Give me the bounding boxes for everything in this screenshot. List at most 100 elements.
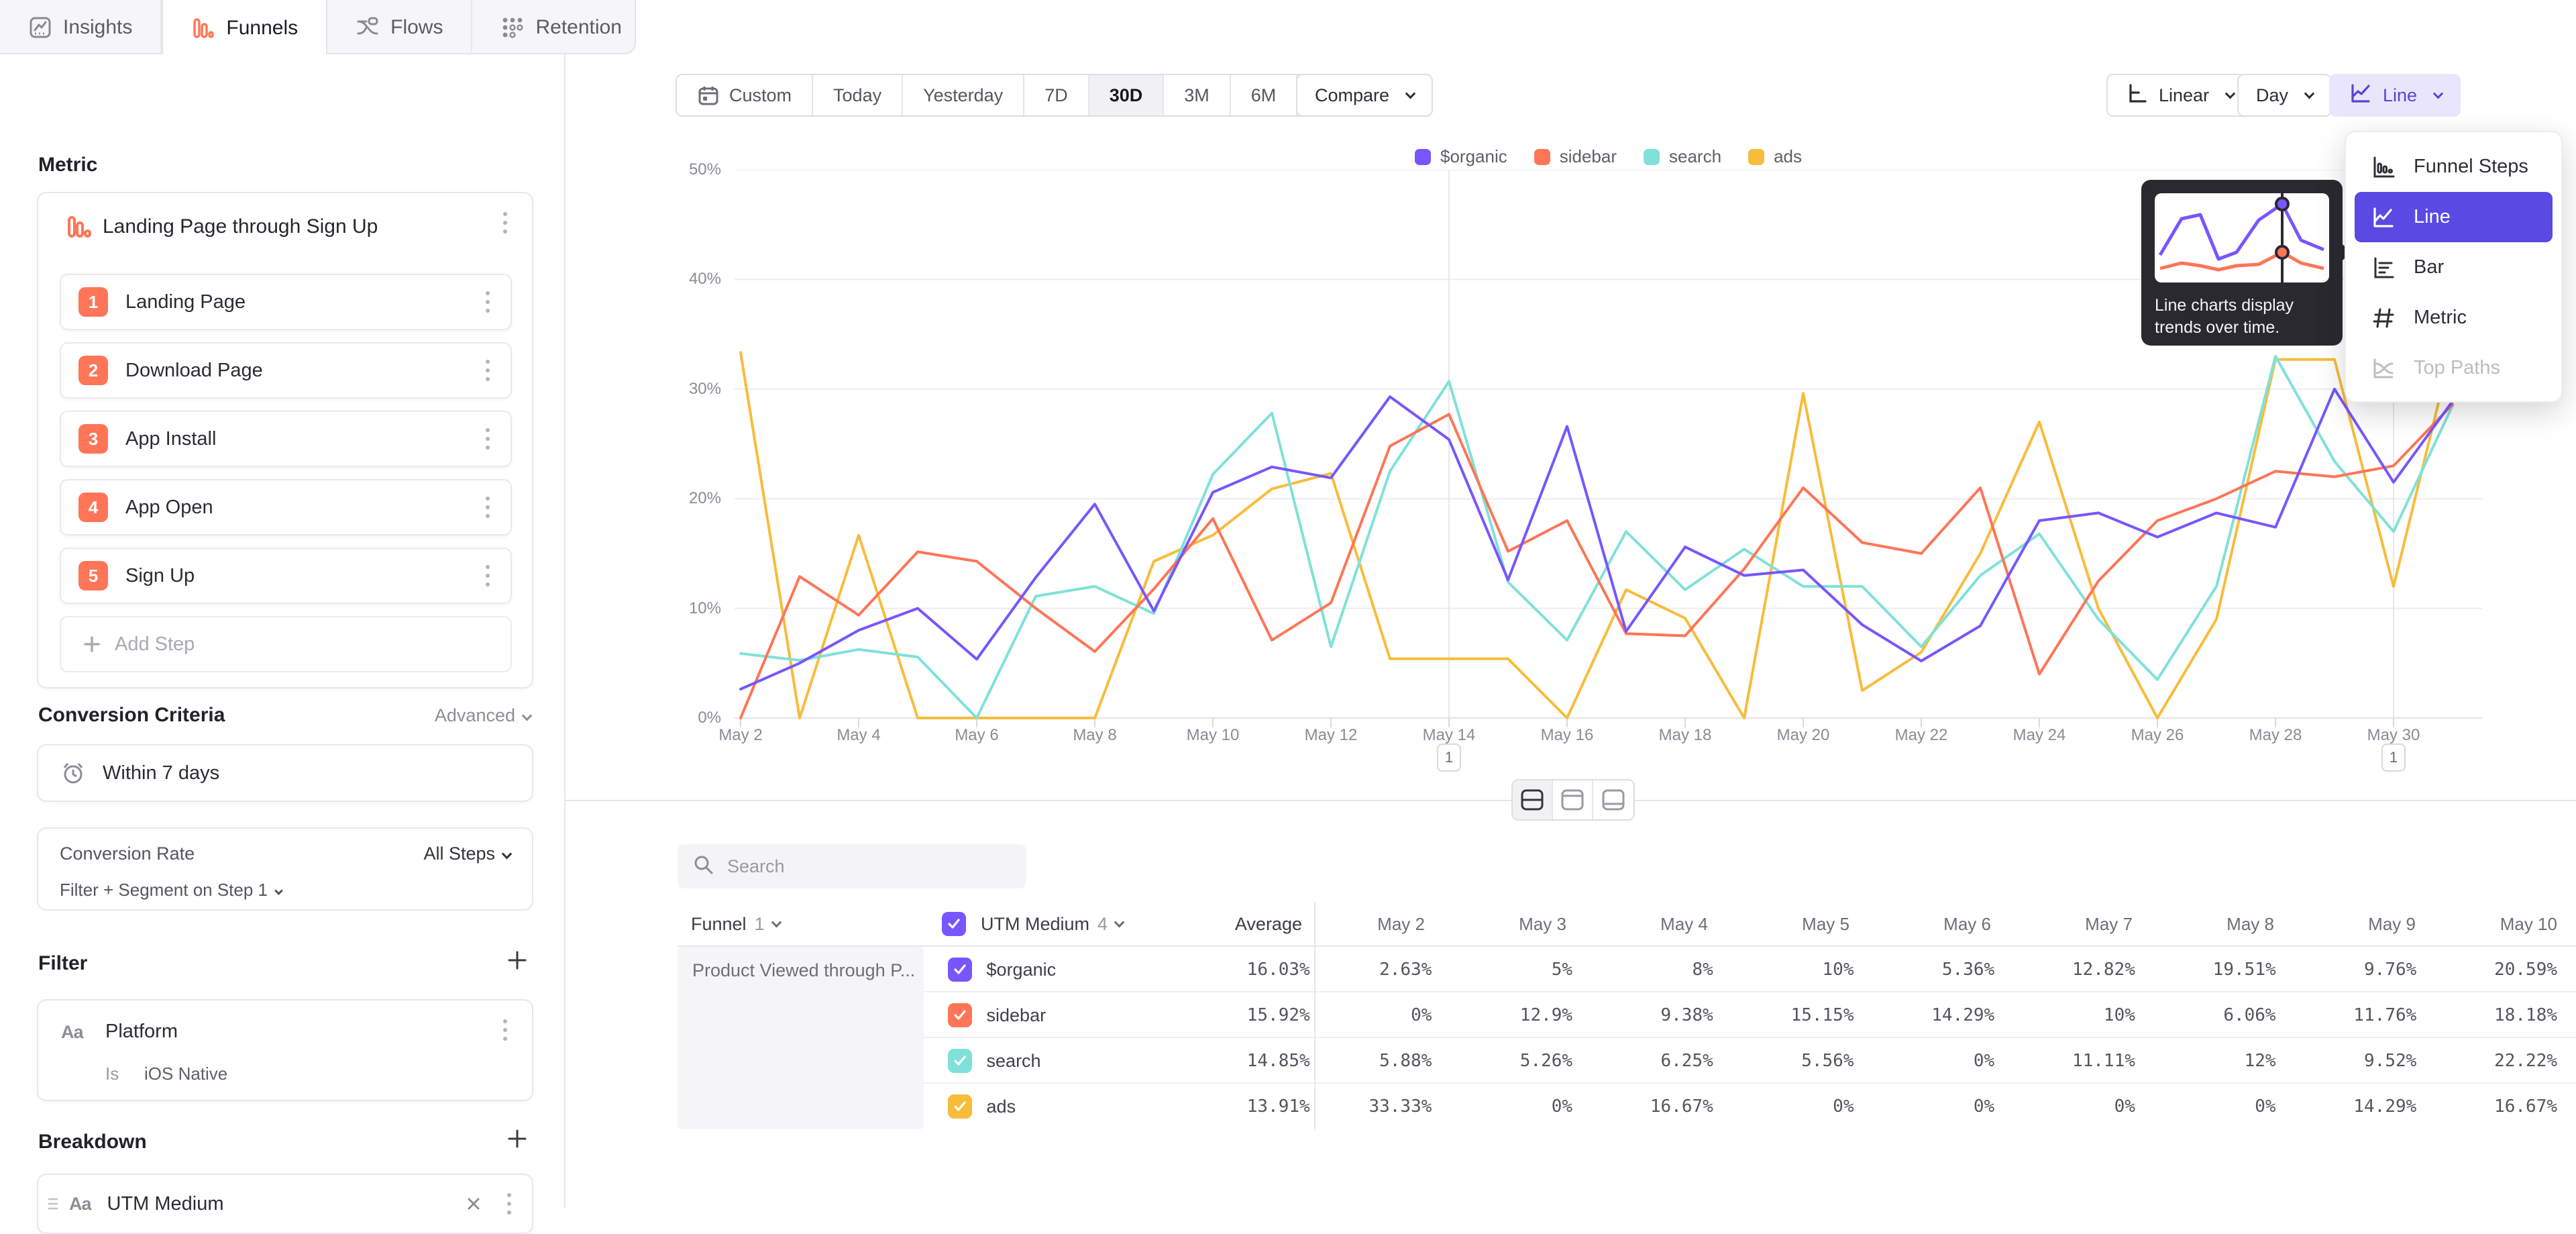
cell-value: 0% (1310, 1005, 1451, 1025)
scale-dropdown[interactable]: Linear (2106, 74, 2253, 117)
range-custom[interactable]: Custom (677, 75, 813, 115)
step-menu-button[interactable] (474, 561, 501, 590)
conversion-window-card[interactable]: Within 7 days (37, 744, 533, 802)
search-input[interactable] (727, 856, 1012, 877)
funnel-step-2[interactable]: 2Download Page (60, 342, 512, 399)
tab-label: Funnels (226, 17, 298, 40)
filter-segment-dropdown[interactable]: Filter + Segment on Step 1 (60, 880, 282, 901)
series-checkbox[interactable] (948, 1094, 972, 1119)
tab-funnels[interactable]: Funnels (162, 0, 327, 56)
add-breakdown-button[interactable] (505, 1127, 529, 1154)
funnel-metric-icon (65, 213, 92, 244)
date-column-headers: May 2May 3May 4May 5May 6May 7May 8May 9… (1302, 914, 2576, 935)
add-step-button[interactable]: Add Step (60, 616, 512, 672)
cell-value: 10% (2013, 1005, 2154, 1025)
step-menu-button[interactable] (474, 493, 501, 522)
menu-item-funnel-steps[interactable]: Funnel Steps (2355, 142, 2553, 192)
menu-item-metric[interactable]: Metric (2355, 293, 2553, 343)
filter-property[interactable]: Platform (105, 1021, 178, 1043)
layout-table-only-button[interactable] (1593, 780, 1633, 819)
cell-value: 9.38% (1591, 1005, 1732, 1025)
table-search[interactable] (678, 844, 1026, 888)
layout-split-view-button[interactable] (1513, 780, 1553, 819)
series-checkbox[interactable] (948, 958, 972, 982)
select-all-checkbox[interactable] (942, 912, 966, 936)
chevron-down-icon (1114, 917, 1125, 927)
cell-value: 0% (1872, 1051, 2013, 1071)
filter-value[interactable]: iOS Native (144, 1064, 227, 1084)
breakdown-menu-button[interactable] (496, 1189, 523, 1219)
breakdown-column-header[interactable]: UTM Medium 4 (919, 912, 1204, 936)
cell-value: 9.76% (2295, 960, 2436, 980)
cell-value: 0% (1450, 1096, 1591, 1117)
cell-value: 9.52% (2295, 1051, 2436, 1071)
range-7d[interactable]: 7D (1024, 75, 1089, 115)
cell-value: 5.88% (1310, 1051, 1451, 1071)
tab-label: Retention (535, 16, 621, 39)
series-checkbox[interactable] (948, 1049, 972, 1073)
tab-flows[interactable]: Flows (327, 0, 472, 54)
cell-value: 16.67% (2435, 1096, 2576, 1117)
funnel-step-4[interactable]: 4App Open (60, 479, 512, 535)
series-checkbox[interactable] (948, 1003, 972, 1027)
add-filter-button[interactable] (505, 948, 529, 976)
remove-breakdown-icon[interactable] (464, 1194, 484, 1214)
date-column-header: May 9 (2293, 914, 2434, 935)
legend-item-ads[interactable]: ads (1748, 146, 1802, 167)
range-yesterday[interactable]: Yesterday (903, 75, 1024, 115)
range-today[interactable]: Today (813, 75, 903, 115)
menu-item-label: Top Paths (2414, 357, 2500, 379)
drag-handle-icon[interactable] (46, 1196, 60, 1212)
legend-label: $organic (1440, 146, 1507, 167)
menu-item-bar[interactable]: Bar (2355, 242, 2553, 293)
cell-value: 12.82% (2013, 960, 2154, 980)
cell-value: 8% (1591, 960, 1732, 980)
step-menu-button[interactable] (474, 424, 501, 454)
conversion-rate-steps-dropdown[interactable]: All Steps (423, 843, 511, 864)
filter-menu-button[interactable] (492, 1015, 519, 1045)
date-column-header: May 6 (1868, 914, 2010, 935)
menu-item-line[interactable]: Line (2355, 192, 2553, 242)
legend-label: search (1669, 146, 1721, 167)
chart-type-dropdown[interactable]: Line (2329, 74, 2461, 117)
line-chart-icon (2348, 81, 2373, 111)
cell-value: 0% (1872, 1096, 2013, 1117)
range-3m[interactable]: 3M (1164, 75, 1231, 115)
legend-item-search[interactable]: search (1644, 146, 1721, 167)
legend-swatch (1644, 149, 1660, 165)
interval-dropdown[interactable]: Day (2237, 74, 2332, 117)
range-30d[interactable]: 30D (1089, 75, 1165, 115)
tab-retention[interactable]: Retention (472, 0, 649, 54)
step-label: Sign Up (125, 565, 474, 587)
x-tick-label: May 24 (1999, 726, 2080, 745)
funnel-step-3[interactable]: 3App Install (60, 411, 512, 467)
annotation-badge[interactable]: 1 (1437, 743, 1461, 772)
step-menu-button[interactable] (474, 287, 501, 317)
chevron-down-icon (274, 886, 283, 895)
x-tick-label: May 28 (2235, 726, 2316, 745)
advanced-dropdown[interactable]: Advanced (435, 705, 531, 726)
tab-insights[interactable]: Insights (0, 0, 162, 54)
x-tick-label: May 10 (1173, 726, 1253, 745)
funnel-menu-button[interactable] (492, 208, 519, 238)
step-menu-button[interactable] (474, 356, 501, 385)
y-tick-label: 10% (661, 599, 721, 618)
layout-chart-only-button[interactable] (1553, 780, 1593, 819)
table-row-sidebar: sidebar15.92%0%12.9%9.38%15.15%14.29%10%… (678, 992, 2576, 1038)
funnel-column-header[interactable]: Funnel 1 (678, 914, 919, 935)
menu-item-top-paths: Top Paths (2355, 343, 2553, 393)
table-row-search: search14.85%5.88%5.26%6.25%5.56%0%11.11%… (678, 1038, 2576, 1084)
legend-item-organic[interactable]: $organic (1415, 146, 1507, 167)
compare-button[interactable]: Compare (1296, 74, 1433, 117)
legend-item-sidebar[interactable]: sidebar (1534, 146, 1617, 167)
breakdown-property[interactable]: UTM Medium (107, 1193, 464, 1215)
step-number-badge: 3 (78, 424, 108, 454)
funnel-step-5[interactable]: 5Sign Up (60, 548, 512, 604)
filter-operator[interactable]: Is (105, 1064, 119, 1084)
funnel-step-1[interactable]: 1Landing Page (60, 274, 512, 330)
annotation-badge[interactable]: 1 (2381, 743, 2406, 772)
x-tick-label: May 20 (1763, 726, 1843, 745)
legend-swatch (1748, 149, 1764, 165)
range-6m[interactable]: 6M (1231, 75, 1298, 115)
cell-value: 18.18% (2435, 1005, 2576, 1025)
